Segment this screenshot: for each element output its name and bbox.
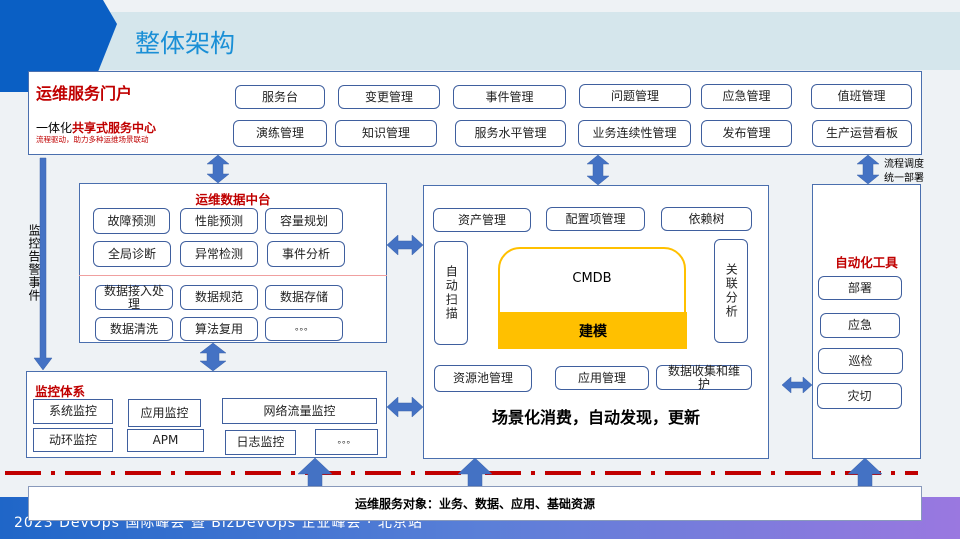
portal-auto-arrow [856, 154, 880, 185]
data-monitor-arrow [199, 342, 227, 372]
up-arrow-auto [847, 457, 883, 487]
cmdb-auto-arrow [781, 376, 813, 394]
portal-cmdb-arrow [586, 154, 610, 186]
arrows-layer [33, 154, 883, 487]
portal-data-arrow [206, 154, 230, 184]
service-objects-bar: 运维服务对象：业务、数据、应用、基础资源 [28, 486, 922, 521]
up-arrow-cmdb [457, 457, 493, 487]
up-arrow-monitor [297, 457, 333, 487]
data-cmdb-arrow [386, 234, 424, 256]
alert-arrow [33, 157, 53, 371]
monitor-cmdb-arrow [386, 396, 424, 418]
